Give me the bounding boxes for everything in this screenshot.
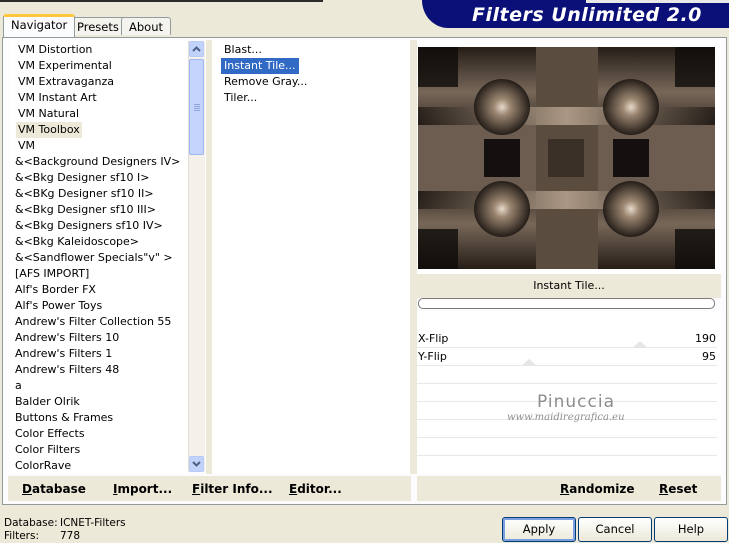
category-item[interactable]: &<Bkg Kaleidoscope> — [13, 234, 141, 250]
reset-link[interactable]: Reset — [659, 482, 697, 496]
category-item[interactable]: VM Experimental — [16, 58, 114, 74]
chevron-down-icon — [192, 461, 201, 467]
category-item[interactable]: VM Natural — [16, 106, 81, 122]
chevron-up-icon — [192, 46, 201, 52]
filter-item[interactable]: Remove Gray... — [221, 74, 310, 90]
category-item[interactable]: Andrew's Filters 10 — [13, 330, 121, 346]
category-item[interactable]: Andrew's Filters 1 — [13, 346, 114, 362]
database-label: Database: — [4, 517, 58, 529]
y-flip-slider-marker[interactable] — [521, 359, 537, 366]
category-item[interactable]: Alf's Power Toys — [13, 298, 104, 314]
current-filter-name: Instant Tile... — [417, 274, 721, 298]
editor-link[interactable]: Editor... — [289, 482, 342, 496]
category-scrollbar[interactable] — [188, 41, 205, 472]
category-item[interactable]: VM — [16, 138, 37, 154]
param-row-y-flip[interactable]: Y-Flip 95 — [417, 348, 717, 366]
category-item[interactable]: &<Bkg Designer sf10 I> — [13, 170, 152, 186]
param-value: 190 — [695, 332, 716, 345]
category-item[interactable]: &<Sandflower Specials"v" > — [13, 250, 175, 266]
scroll-up-button[interactable] — [189, 41, 204, 57]
category-item[interactable]: &<Bkg Designers sf10 IV> — [13, 218, 165, 234]
tab-navigator[interactable]: Navigator — [3, 14, 76, 37]
scroll-down-button[interactable] — [189, 456, 204, 472]
progress-bar — [418, 298, 715, 309]
scroll-thumb[interactable] — [189, 59, 204, 155]
tab-presets[interactable]: Presets — [69, 17, 127, 35]
randomize-link[interactable]: Randomize — [560, 482, 634, 496]
param-name: X-Flip — [418, 332, 449, 345]
x-flip-slider-marker[interactable] — [632, 341, 648, 348]
filter-info-link[interactable]: Filter Info... — [192, 482, 273, 496]
cancel-button[interactable]: Cancel — [578, 517, 652, 542]
filters-count-label: Filters: — [4, 530, 40, 542]
category-item[interactable]: Color Filters — [13, 442, 82, 458]
category-item[interactable]: a — [13, 378, 24, 394]
category-item[interactable]: VM Instant Art — [16, 90, 99, 106]
filter-preview-image — [418, 47, 715, 269]
status-area: Database: ICNET-Filters Filters: 778 — [4, 517, 126, 543]
database-link[interactable]: Database — [22, 482, 86, 496]
filter-item[interactable]: Blast... — [221, 42, 265, 58]
banner-top-strip — [586, 0, 729, 3]
category-item[interactable]: Andrew's Filter Collection 55 — [13, 314, 173, 330]
filter-item[interactable]: Instant Tile... — [221, 58, 299, 74]
category-item[interactable]: VM Toolbox — [16, 122, 82, 138]
filters-count-value: 778 — [60, 530, 81, 542]
help-button[interactable]: Help — [654, 517, 728, 542]
apply-button[interactable]: Apply — [502, 517, 576, 542]
param-row-x-flip[interactable]: X-Flip 190 — [417, 330, 717, 348]
category-list[interactable]: VM Distortion VM Experimental VM Extravaga… — [10, 40, 188, 474]
category-item[interactable]: VM Distortion — [16, 42, 94, 58]
app-banner: Filters Unlimited 2.0 — [422, 0, 729, 28]
category-item[interactable]: Buttons & Frames — [13, 410, 115, 426]
category-item[interactable]: Balder Olrik — [13, 394, 82, 410]
banner-title: Filters Unlimited 2.0 — [472, 4, 702, 26]
category-item[interactable]: &<Background Designers IV> — [13, 154, 182, 170]
filter-item[interactable]: Tiler... — [221, 90, 260, 106]
category-item[interactable]: Color Effects — [13, 426, 87, 442]
watermark-url: www.maidiregrafica.eu — [507, 412, 625, 423]
category-item[interactable]: Alf's Border FX — [13, 282, 98, 298]
tab-about[interactable]: About — [121, 17, 172, 35]
category-item[interactable]: ColorRave — [13, 458, 73, 474]
param-name: Y-Flip — [418, 350, 447, 363]
list-divider — [410, 40, 417, 474]
database-value: ICNET-Filters — [60, 517, 126, 529]
category-item[interactable]: [AFS IMPORT] — [13, 266, 91, 282]
category-item[interactable]: &<BKg Designer sf10 II> — [13, 186, 156, 202]
category-item[interactable]: Andrew's Filters 48 — [13, 362, 121, 378]
watermark-name: Pinuccia — [537, 392, 615, 412]
import-link[interactable]: Import... — [113, 482, 172, 496]
category-item[interactable]: &<Bkg Designer sf10 III> — [13, 202, 158, 218]
window-top-edge — [0, 0, 323, 2]
filter-list[interactable]: Blast... Instant Tile... Remove Gray... Til… — [212, 40, 410, 474]
param-value: 95 — [702, 350, 716, 363]
category-item[interactable]: VM Extravaganza — [16, 74, 116, 90]
